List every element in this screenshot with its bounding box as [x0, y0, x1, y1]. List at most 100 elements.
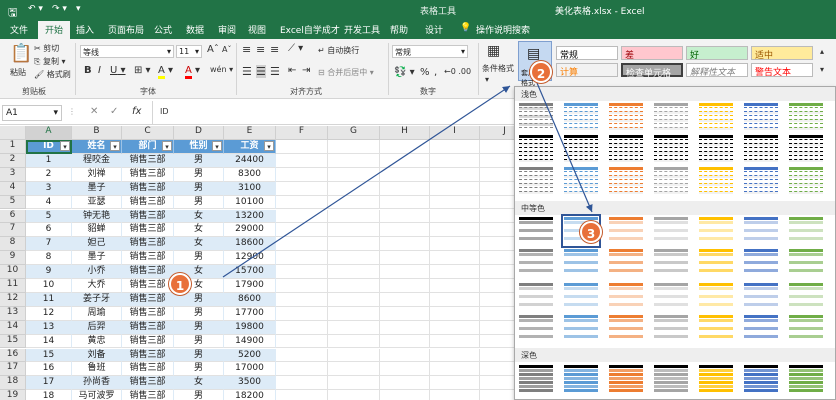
table-style-thumbnail[interactable]	[609, 249, 643, 277]
table-cell[interactable]	[328, 195, 380, 210]
table-cell[interactable]: 4	[26, 195, 72, 210]
filter-dropdown-icon[interactable]: ▾	[60, 141, 70, 151]
table-style-thumbnail[interactable]	[564, 103, 598, 131]
table-style-thumbnail[interactable]	[609, 103, 643, 131]
table-style-thumbnail[interactable]	[519, 315, 553, 343]
table-cell[interactable]: 男	[174, 195, 224, 210]
formula-input[interactable]: ID	[160, 107, 169, 116]
row-header[interactable]: 9	[0, 251, 26, 266]
table-cell[interactable]	[380, 334, 430, 349]
column-header[interactable]: B	[72, 126, 122, 140]
table-cell[interactable]	[276, 279, 328, 293]
filter-dropdown-icon[interactable]: ▾	[212, 141, 222, 151]
table-cell[interactable]	[328, 292, 380, 307]
table-cell[interactable]	[430, 265, 480, 279]
align-center-icon[interactable]: ☰	[256, 65, 266, 78]
table-cell[interactable]	[430, 320, 480, 335]
table-cell[interactable]: 小乔	[72, 265, 122, 279]
conditional-format-button[interactable]: 条件格式	[482, 63, 514, 74]
align-middle-icon[interactable]: ≡	[256, 43, 265, 56]
table-cell[interactable]: 性别 ▾	[174, 140, 224, 154]
row-header[interactable]: 13	[0, 306, 26, 321]
number-format-select[interactable]: 常规 ▾	[392, 45, 468, 58]
table-cell[interactable]: 5200	[224, 348, 276, 363]
table-cell[interactable]: 销售三部	[122, 306, 174, 321]
table-cell[interactable]	[430, 390, 480, 400]
style-explanatory[interactable]: 解释性文本	[686, 63, 748, 78]
table-cell[interactable]	[380, 237, 430, 252]
table-cell[interactable]: 男	[174, 167, 224, 182]
table-cell[interactable]: 男	[174, 348, 224, 363]
table-cell[interactable]: 3100	[224, 181, 276, 196]
table-cell[interactable]	[430, 376, 480, 391]
table-cell[interactable]	[328, 237, 380, 252]
table-cell[interactable]	[380, 181, 430, 196]
table-cell[interactable]	[380, 390, 430, 400]
phonetic-button[interactable]: wén ▾	[210, 65, 233, 74]
table-cell[interactable]: 大乔	[72, 279, 122, 293]
table-cell[interactable]	[276, 362, 328, 377]
table-cell[interactable]: 销售三部	[122, 237, 174, 252]
row-header[interactable]: 11	[0, 279, 26, 293]
table-style-thumbnail[interactable]	[519, 249, 553, 277]
tab-formulas[interactable]: 公式	[154, 23, 172, 36]
table-cell[interactable]: 销售三部	[122, 181, 174, 196]
tab-home[interactable]: 开始	[38, 21, 71, 39]
tab-design[interactable]: 设计	[425, 23, 443, 36]
table-cell[interactable]	[380, 209, 430, 224]
table-cell[interactable]	[380, 376, 430, 391]
table-cell[interactable]	[328, 306, 380, 321]
table-cell[interactable]: 钟无艳	[72, 209, 122, 224]
table-style-thumbnail[interactable]	[519, 167, 553, 195]
table-cell[interactable]	[380, 167, 430, 182]
table-cell[interactable]: 女	[174, 237, 224, 252]
column-header[interactable]: F	[276, 126, 328, 140]
table-cell[interactable]: 刘备	[72, 348, 122, 363]
italic-button[interactable]: I	[98, 65, 101, 76]
row-header[interactable]: 10	[0, 265, 26, 279]
table-cell[interactable]	[276, 209, 328, 224]
table-cell[interactable]: 墨子	[72, 251, 122, 266]
tab-data[interactable]: 数据	[186, 23, 204, 36]
table-style-thumbnail[interactable]	[609, 135, 643, 163]
table-cell[interactable]	[430, 292, 480, 307]
table-style-thumbnail[interactable]	[699, 135, 733, 163]
table-cell[interactable]: 19800	[224, 320, 276, 335]
tab-review[interactable]: 审阅	[218, 23, 236, 36]
table-cell[interactable]: 10100	[224, 195, 276, 210]
table-cell[interactable]	[328, 153, 380, 168]
table-cell[interactable]	[328, 348, 380, 363]
decimal-icon[interactable]: ←0 .00	[444, 67, 471, 76]
table-cell[interactable]	[276, 306, 328, 321]
table-style-thumbnail[interactable]	[564, 365, 598, 393]
table-cell[interactable]	[380, 320, 430, 335]
table-cell[interactable]	[276, 292, 328, 307]
underline-button[interactable]: U ▾	[110, 65, 126, 76]
table-cell[interactable]: 男	[174, 362, 224, 377]
table-cell[interactable]: 6	[26, 223, 72, 238]
table-cell[interactable]: 男	[174, 334, 224, 349]
table-cell[interactable]	[430, 209, 480, 224]
font-color-button[interactable]: A ▾	[185, 65, 200, 79]
table-cell[interactable]: 29000	[224, 223, 276, 238]
table-style-thumbnail[interactable]	[744, 283, 778, 311]
table-cell[interactable]: 貂蝉	[72, 223, 122, 238]
column-header[interactable]: I	[430, 126, 480, 140]
filter-dropdown-icon[interactable]: ▾	[162, 141, 172, 151]
row-header[interactable]: 2	[0, 153, 26, 168]
table-style-thumbnail[interactable]	[609, 217, 643, 245]
table-style-thumbnail[interactable]	[744, 103, 778, 131]
font-size-select[interactable]: 11 ▾	[176, 45, 202, 58]
table-cell[interactable]	[430, 279, 480, 293]
table-cell[interactable]	[276, 251, 328, 266]
table-style-thumbnail[interactable]	[789, 167, 823, 195]
enter-icon[interactable]: ✓	[110, 106, 118, 117]
cut-button[interactable]: ✂ 剪切	[34, 43, 59, 54]
table-cell[interactable]: 12	[26, 306, 72, 321]
style-normal[interactable]: 常规	[556, 46, 618, 61]
table-cell[interactable]	[380, 223, 430, 238]
conditional-format-icon[interactable]: ▦	[487, 43, 500, 59]
table-cell[interactable]	[276, 334, 328, 349]
table-cell[interactable]: 鲁班	[72, 362, 122, 377]
select-all-corner[interactable]	[0, 126, 26, 140]
